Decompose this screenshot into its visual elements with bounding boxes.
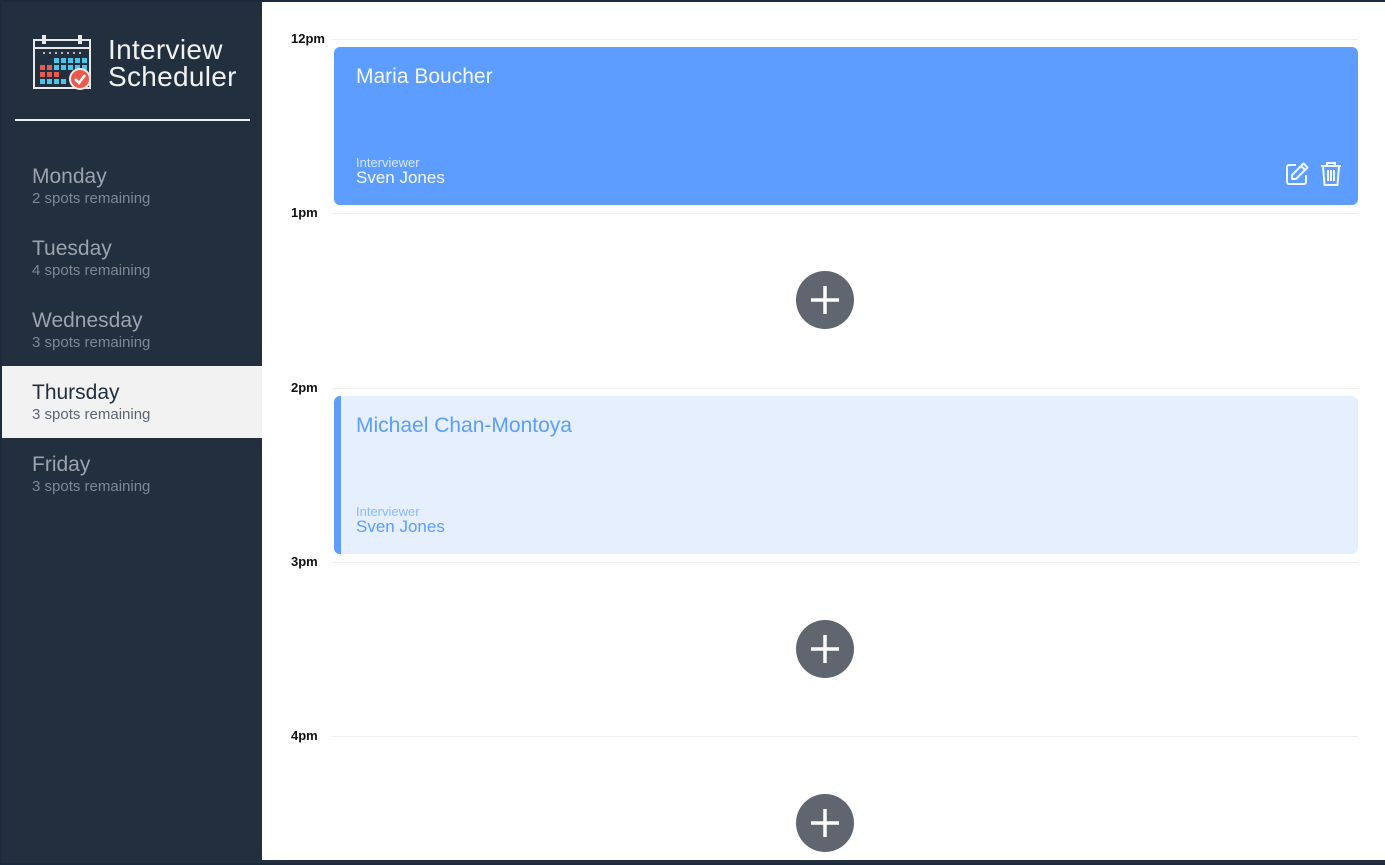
day-spots: 3 spots remaining — [32, 334, 151, 351]
day-item-tuesday[interactable]: Tuesday 4 spots remaining — [2, 222, 262, 294]
appointment-card[interactable]: Michael Chan-Montoya Interviewer Sven Jo… — [334, 396, 1358, 554]
interviewer-name: Sven Jones — [356, 168, 445, 187]
day-name: Wednesday — [32, 309, 143, 332]
day-item-wednesday[interactable]: Wednesday 3 spots remaining — [2, 294, 262, 366]
hour-label: 12pm — [291, 31, 325, 46]
interviewer-name: Sven Jones — [356, 517, 445, 536]
edit-icon[interactable] — [1284, 161, 1310, 187]
day-item-thursday[interactable]: Thursday 3 spots remaining — [2, 366, 262, 438]
app-title-line2: Scheduler — [108, 61, 237, 92]
day-item-friday[interactable]: Friday 3 spots remaining — [2, 438, 262, 510]
hour-label: 2pm — [291, 380, 318, 395]
day-name: Monday — [32, 165, 107, 188]
hour-separator — [332, 213, 1358, 214]
day-spots: 4 spots remaining — [32, 262, 151, 279]
add-appointment-button[interactable] — [796, 620, 854, 678]
day-name: Tuesday — [32, 237, 112, 260]
student-name: Maria Boucher — [356, 65, 493, 88]
hour-label: 3pm — [291, 554, 318, 569]
hour-separator — [332, 736, 1358, 737]
day-spots: 3 spots remaining — [32, 478, 151, 495]
hour-separator — [332, 562, 1358, 563]
hour-row-3pm: 3pm — [262, 554, 1385, 569]
sidebar-divider — [15, 119, 250, 121]
day-item-monday[interactable]: Monday 2 spots remaining — [2, 150, 262, 222]
day-name: Thursday — [32, 381, 120, 404]
hour-label: 1pm — [291, 205, 318, 220]
plus-icon — [811, 286, 839, 314]
hour-row-12pm: 12pm — [262, 31, 1385, 46]
hour-row-2pm: 2pm — [262, 380, 1385, 395]
hour-separator — [332, 39, 1358, 40]
hour-row-1pm: 1pm — [262, 205, 1385, 220]
hour-separator — [332, 388, 1358, 389]
day-spots: 2 spots remaining — [32, 190, 151, 207]
plus-icon — [811, 635, 839, 663]
add-appointment-button[interactable] — [796, 271, 854, 329]
appointment-actions — [1284, 161, 1344, 187]
student-name: Michael Chan-Montoya — [356, 414, 572, 437]
day-spots: 3 spots remaining — [32, 406, 151, 423]
calendar-check-icon — [33, 35, 91, 90]
add-appointment-button[interactable] — [796, 794, 854, 852]
app-title-line1: Interview — [108, 34, 223, 65]
hour-row-4pm: 4pm — [262, 728, 1385, 743]
day-name: Friday — [32, 453, 91, 476]
trash-icon[interactable] — [1318, 161, 1344, 187]
sidebar: Interview Scheduler Monday 2 spots remai… — [2, 2, 262, 863]
hour-label: 4pm — [291, 728, 318, 743]
appointment-card[interactable]: Maria Boucher Interviewer Sven Jones — [334, 47, 1358, 205]
plus-icon — [811, 809, 839, 837]
app-title: Interview Scheduler — [108, 34, 237, 92]
schedule: 12pm Maria Boucher Interviewer Sven Jone… — [262, 2, 1385, 860]
